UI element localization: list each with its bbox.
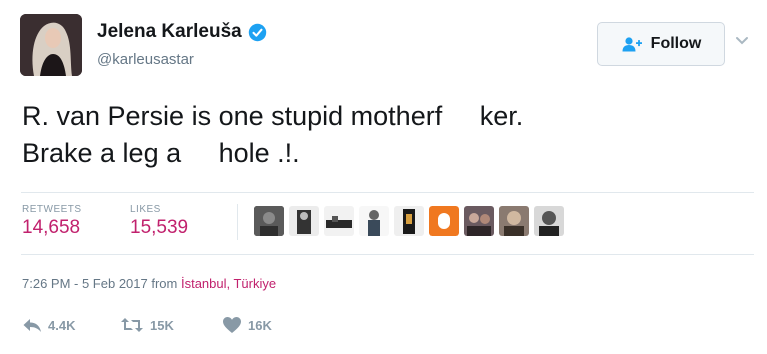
liker-avatar[interactable] — [324, 206, 354, 236]
retweet-icon — [121, 318, 143, 332]
retweet-count: 15K — [150, 317, 174, 333]
like-button[interactable]: 16K — [222, 316, 272, 334]
verified-badge-icon — [248, 23, 266, 41]
liker-avatar[interactable] — [499, 206, 529, 236]
like-count: 16K — [248, 317, 272, 333]
stats-divider — [237, 204, 238, 240]
likes-label: LIKES — [130, 204, 161, 215]
avatar[interactable] — [20, 14, 82, 76]
retweets-label: RETWEETS — [22, 204, 82, 215]
retweets-stat[interactable]: RETWEETS 14,658 — [22, 204, 82, 239]
liker-avatar[interactable] — [289, 206, 319, 236]
likes-count: 15,539 — [130, 217, 189, 238]
liker-avatar[interactable] — [394, 206, 424, 236]
retweet-button[interactable]: 15K — [120, 317, 222, 333]
heart-icon — [223, 317, 241, 333]
divider — [21, 254, 754, 255]
tweet-actions: 4.4K 15K 16K — [22, 316, 272, 334]
liker-avatar[interactable] — [359, 206, 389, 236]
follow-button-label: Follow — [650, 35, 702, 52]
reply-icon — [23, 319, 41, 332]
liker-avatar[interactable] — [254, 206, 284, 236]
tweet-text: R. van Persie is one stupid motherf ker.… — [22, 101, 524, 168]
divider — [21, 192, 754, 193]
display-name[interactable]: Jelena Karleuša — [97, 21, 242, 43]
user-handle[interactable]: @karleusastar — [97, 51, 194, 68]
add-user-icon — [622, 37, 642, 52]
liker-avatars — [254, 206, 564, 236]
retweets-count: 14,658 — [22, 217, 81, 238]
liker-avatar[interactable] — [534, 206, 564, 236]
tweet-timestamp: 7:26 PM - 5 Feb 2017 from İstanbul, Türk… — [22, 276, 276, 291]
liker-avatar[interactable] — [429, 206, 459, 236]
timestamp-text: 7:26 PM - 5 Feb 2017 from — [22, 276, 181, 291]
reply-button[interactable]: 4.4K — [22, 317, 120, 333]
reply-count: 4.4K — [48, 317, 76, 333]
liker-avatar[interactable] — [464, 206, 494, 236]
likes-stat[interactable]: LIKES 15,539 — [130, 204, 188, 239]
follow-button[interactable]: Follow — [597, 22, 725, 66]
location-link[interactable]: İstanbul, Türkiye — [181, 276, 276, 291]
chevron-down-icon[interactable] — [735, 36, 749, 46]
